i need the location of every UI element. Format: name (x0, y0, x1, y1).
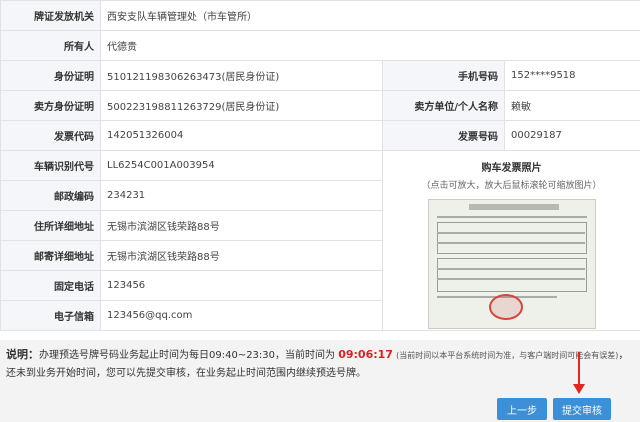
invoice-grid (436, 222, 587, 254)
invoice-photo-cell: 购车发票照片 （点击可放大，放大后鼠标滚轮可缩放图片） (381, 150, 640, 331)
email-value: 123456@qq.com (100, 300, 383, 331)
notice-prefix: 说明： (6, 348, 39, 361)
vin-value: LL6254C001A003954 (100, 150, 383, 181)
invoice-line (436, 232, 585, 234)
id-value: 510121198306263473(居民身份证) (100, 60, 383, 91)
invoice-no-label: 发票号码 (382, 120, 505, 151)
invoice-photo-title: 购车发票照片 (481, 163, 542, 174)
phone-label: 手机号码 (382, 60, 505, 91)
seller-name-label: 卖方单位/个人名称 (382, 90, 505, 121)
invoice-line (436, 216, 587, 218)
invoice-line (436, 278, 585, 280)
id-label: 身份证明 (0, 60, 101, 91)
submit-review-button[interactable]: 提交审核 (553, 398, 611, 420)
postcode-label: 邮政编码 (0, 180, 101, 211)
issuing-authority-value: 西安支队车辆管理处（市车管所） (99, 0, 640, 31)
landline-label: 固定电话 (0, 270, 101, 301)
address-value: 无锡市滨湖区钱荣路88号 (100, 210, 383, 241)
vin-label: 车辆识别代号 (0, 150, 101, 181)
invoice-photo-hint: （点击可放大，放大后鼠标滚轮可缩放图片） (421, 181, 602, 191)
invoice-line (436, 242, 585, 244)
invoice-header-graphic (468, 204, 559, 210)
arrow-down-icon (573, 384, 585, 394)
invoice-line (436, 268, 585, 270)
previous-step-button[interactable]: 上一步 (497, 398, 547, 420)
arrow-indicator (578, 352, 580, 386)
invoice-stamp-icon (488, 294, 523, 320)
seller-name-value: 赖敏 (503, 90, 640, 121)
owner-label: 所有人 (0, 30, 101, 61)
invoice-photo-thumbnail[interactable] (427, 199, 596, 329)
phone-value: 152****9518 (503, 60, 640, 91)
seller-id-label: 卖方身份证明 (0, 90, 101, 121)
address-label: 住所详细地址 (0, 210, 101, 241)
current-time: 09:06:17 (338, 348, 393, 361)
mail-address-value: 无锡市滨湖区钱荣路88号 (100, 240, 383, 271)
seller-id-value: 500223198811263729(居民身份证) (100, 90, 383, 121)
owner-value: 代德贵 (99, 30, 640, 61)
mail-address-label: 邮寄详细地址 (0, 240, 101, 271)
issuing-authority-label: 牌证发放机关 (0, 0, 101, 31)
landline-value: 123456 (100, 270, 383, 301)
invoice-code-value: 142051326004 (100, 120, 383, 151)
time-disclaimer: (当前时间以本平台系统时间为准，与客户端时间可能会有误差) (396, 351, 619, 360)
invoice-code-label: 发票代码 (0, 120, 101, 151)
invoice-no-value: 00029187 (503, 120, 640, 151)
vehicle-info-table: 牌证发放机关 西安支队车辆管理处（市车管所） 所有人 代德贵 身份证明 5101… (0, 0, 640, 331)
notice-text: 说明：办理预选号牌号码业务起止时间为每日09:40~23:30，当前时间为 09… (6, 346, 634, 383)
email-label: 电子信箱 (0, 300, 101, 331)
postcode-value: 234231 (100, 180, 383, 211)
invoice-grid (436, 258, 587, 292)
notice-text-1: 办理预选号牌号码业务起止时间为每日09:40~23:30，当前时间为 (39, 350, 336, 361)
